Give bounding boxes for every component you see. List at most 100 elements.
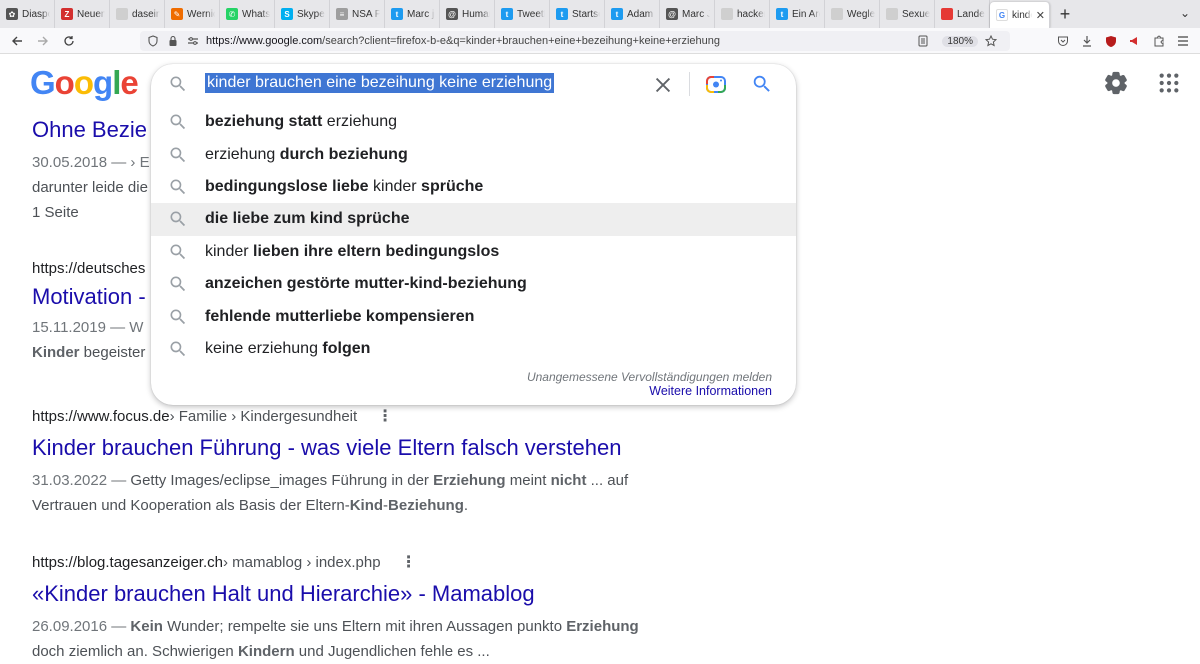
result-cite[interactable]: https://blog.tagesanzeiger.ch › mamablog… xyxy=(32,552,692,572)
suggestion-item[interactable]: anzeichen gestörte mutter-kind-beziehung xyxy=(151,268,796,300)
search-box-divider xyxy=(689,72,690,96)
hamburger-menu-icon[interactable] xyxy=(1174,32,1192,50)
search-input[interactable]: kinder brauchen eine bezeihung keine erz… xyxy=(205,73,555,93)
cite-path: › mamablog › index.php xyxy=(222,553,381,571)
suggestion-item[interactable]: erziehung durch beziehung xyxy=(151,138,796,170)
google-apps-grid-icon[interactable] xyxy=(1158,72,1180,94)
zoom-level-badge[interactable]: 180% xyxy=(942,35,978,47)
browser-tab-bar: ✿ Diaspor Z Neuenb daseinsana ✎ Wernick ✆ WhatsA… xyxy=(0,0,1200,28)
result-more-options-icon[interactable]: ⋮ xyxy=(401,552,417,572)
suggestion-list: beziehung statt erziehung erziehung durch… xyxy=(151,106,796,365)
suggestion-item[interactable]: die liebe zum kind sprüche xyxy=(151,203,796,236)
suggestion-bold: lieben ihre eltern bedingungslos xyxy=(253,242,500,260)
download-icon[interactable] xyxy=(1078,32,1096,50)
browser-tab[interactable]: ✿ Diaspor xyxy=(0,0,55,28)
browser-tab[interactable]: ✆ WhatsA xyxy=(220,0,275,28)
search-icon xyxy=(170,309,186,324)
result-title-link[interactable]: Kinder brauchen Führung - was viele Elte… xyxy=(32,434,692,462)
browser-tab[interactable]: t Adam W xyxy=(605,0,660,28)
shield-icon[interactable] xyxy=(146,34,160,48)
suggestion-text: beziehung statt erziehung xyxy=(205,113,397,131)
snippet-line: begeister xyxy=(79,344,146,361)
result-date: 30.05.2018 — › E xyxy=(32,154,150,171)
back-icon[interactable] xyxy=(4,30,30,52)
address-bar[interactable]: https://www.google.com/search?client=fir… xyxy=(140,31,1010,51)
search-submit-icon[interactable] xyxy=(751,73,773,95)
more-info-link[interactable]: Weitere Informationen xyxy=(649,384,772,398)
result-cite[interactable]: https://www.focus.de › Familie › Kinderg… xyxy=(32,406,692,426)
search-result-3: https://www.focus.de › Familie › Kinderg… xyxy=(32,406,692,518)
tab-favicon-icon xyxy=(941,8,953,20)
settings-gear-icon[interactable] xyxy=(1103,70,1129,96)
extension-puzzle-icon[interactable] xyxy=(1150,32,1168,50)
browser-tab[interactable]: Wegleitung xyxy=(825,0,880,28)
browser-tab[interactable]: Landev xyxy=(935,0,990,28)
browser-tab[interactable]: t TweetD xyxy=(495,0,550,28)
browser-tab[interactable]: t Marc jr xyxy=(385,0,440,28)
close-tab-icon[interactable]: ✕ xyxy=(1036,9,1045,22)
snippet-text: ... auf xyxy=(586,472,629,489)
suggestion-bold: durch beziehung xyxy=(279,145,408,163)
url-text[interactable]: https://www.google.com/search?client=fir… xyxy=(206,35,910,47)
browser-tab[interactable]: Sexuelle Au xyxy=(880,0,935,28)
new-tab-button[interactable]: + xyxy=(1050,0,1080,28)
tab-label: Wegleitung xyxy=(847,8,875,20)
result-date: 15.11.2019 — W xyxy=(32,319,144,336)
permissions-icon[interactable] xyxy=(186,34,200,48)
reload-icon[interactable] xyxy=(56,30,82,52)
logo-letter: g xyxy=(93,64,113,101)
result-title-link[interactable]: «Kinder brauchen Halt und Hierarchie» - … xyxy=(32,580,692,608)
browser-tab[interactable]: hackerscan xyxy=(715,0,770,28)
extension-ublock-icon[interactable] xyxy=(1102,32,1120,50)
tab-label: Startsei xyxy=(572,8,600,20)
tab-label: TweetD xyxy=(517,8,545,20)
pocket-icon[interactable] xyxy=(1054,32,1072,50)
tab-label: Ein Arch xyxy=(792,8,820,20)
tab-favicon-icon: ≡ xyxy=(336,8,348,20)
snippet-text: Getty Images/eclipse_images Führung in d… xyxy=(130,472,434,489)
tab-label: Marc jr xyxy=(407,8,435,20)
suggestion-item[interactable]: fehlende mutterliebe kompensieren xyxy=(151,300,796,332)
search-icon xyxy=(170,179,186,195)
browser-tab[interactable]: @ Marc Jr xyxy=(660,0,715,28)
bookmark-star-icon[interactable] xyxy=(984,34,998,48)
forward-icon[interactable] xyxy=(30,30,56,52)
suggestion-item[interactable]: kinder lieben ihre eltern bedingungslos xyxy=(151,236,796,268)
browser-tab[interactable]: @ Human xyxy=(440,0,495,28)
result-more-options-icon[interactable]: ⋮ xyxy=(377,406,393,426)
tab-favicon-icon: t xyxy=(611,8,623,20)
browser-tab[interactable]: t Startsei xyxy=(550,0,605,28)
google-doodle-logo[interactable]: Google xyxy=(30,64,139,102)
browser-tab[interactable]: Z Neuenb xyxy=(55,0,110,28)
suggestion-part: erziehung xyxy=(205,145,280,163)
snippet-text: und Jugendlichen fehle es ... xyxy=(294,643,490,660)
tab-list-menu-icon[interactable]: ⌄ xyxy=(1180,6,1190,20)
tab-favicon-icon: t xyxy=(391,8,403,20)
suggestion-bold: sprüche xyxy=(421,177,484,195)
search-icon xyxy=(170,114,186,130)
suggestion-text: fehlende mutterliebe kompensieren xyxy=(205,308,474,326)
browser-tab-active[interactable]: Gkinder ✕ xyxy=(990,2,1050,28)
search-icon xyxy=(170,76,186,92)
reader-view-icon[interactable] xyxy=(916,34,930,48)
extension-megaphone-icon[interactable] xyxy=(1126,32,1144,50)
google-lens-camera-icon[interactable] xyxy=(704,72,728,96)
tab-label: Wernick xyxy=(187,8,215,20)
suggestion-item[interactable]: beziehung statt erziehung xyxy=(151,106,796,138)
browser-tab[interactable]: t Ein Arch xyxy=(770,0,825,28)
snippet-bold: Beziehung xyxy=(388,497,464,514)
report-inappropriate-link[interactable]: Unangemessene Vervollständigungen melden xyxy=(527,370,772,384)
tab-favicon-icon: ✿ xyxy=(6,8,18,20)
search-icon xyxy=(170,244,186,259)
browser-tab[interactable]: ✎ Wernick xyxy=(165,0,220,28)
url-path: /search?client=firefox-b-e&q=kinder+brau… xyxy=(322,35,720,47)
suggestion-item[interactable]: keine erziehung folgen xyxy=(151,333,796,365)
tab-favicon-icon xyxy=(886,8,898,20)
tab-favicon-icon: t xyxy=(501,8,513,20)
browser-tab[interactable]: ≡ NSA PR xyxy=(330,0,385,28)
browser-tab[interactable]: S Skype xyxy=(275,0,330,28)
clear-search-icon[interactable] xyxy=(652,74,674,96)
lock-icon[interactable] xyxy=(166,34,180,48)
suggestion-item[interactable]: bedingungslose liebe kinder sprüche xyxy=(151,171,796,203)
browser-tab[interactable]: daseinsana xyxy=(110,0,165,28)
